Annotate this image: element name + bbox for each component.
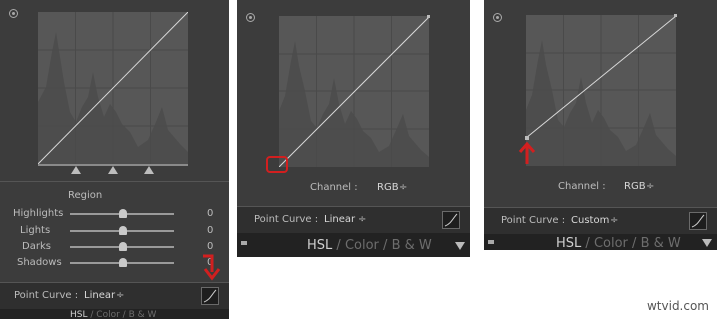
tab-separator: / xyxy=(122,310,126,319)
tab-bw[interactable]: B & W xyxy=(129,310,157,319)
tab-hsl[interactable]: HSL xyxy=(556,236,581,250)
split-handle-3[interactable] xyxy=(144,166,154,174)
panel-collapse-icon[interactable] xyxy=(455,242,465,250)
tab-color[interactable]: Color xyxy=(594,236,628,250)
tab-separator: / xyxy=(632,236,637,250)
curve-endpoint[interactable] xyxy=(674,14,677,17)
tab-color[interactable]: Color xyxy=(345,238,379,253)
curve-endpoint[interactable] xyxy=(427,15,430,18)
channel-label: Channel : xyxy=(310,182,358,193)
slider-value-highlights[interactable]: 0 xyxy=(207,208,213,219)
edit-point-curve-icon[interactable] xyxy=(201,287,219,305)
slider-value-darks[interactable]: 0 xyxy=(207,241,213,252)
tabs: HSL / Color / B & W xyxy=(70,310,156,319)
channel-label: Channel : xyxy=(558,181,606,192)
slider-knob-highlights[interactable] xyxy=(119,209,127,218)
curve-svg xyxy=(38,12,188,164)
point-curve-label: Point Curve : xyxy=(14,290,79,301)
panel-1: Region Highlights 0 Lights 0 Darks 0 Sha… xyxy=(0,0,229,319)
tab-bar: HSL / Color / B & W xyxy=(484,234,717,250)
tone-curve-graph[interactable] xyxy=(38,12,188,164)
split-handle-1[interactable] xyxy=(71,166,81,174)
slider-label-shadows: Shadows xyxy=(17,257,62,268)
point-curve-arrows[interactable]: ÷ xyxy=(116,290,124,301)
annotation-arrow-up-icon xyxy=(518,142,536,164)
point-curve-arrows[interactable]: ÷ xyxy=(610,215,618,226)
edit-point-curve-icon[interactable] xyxy=(442,211,460,229)
curve-point-black[interactable] xyxy=(525,136,529,140)
point-curve-select[interactable]: Linear xyxy=(324,214,355,225)
tab-bw[interactable]: B & W xyxy=(641,236,681,250)
point-curve-label: Point Curve : xyxy=(254,214,319,225)
slider-knob-shadows[interactable] xyxy=(119,258,127,267)
point-curve-select[interactable]: Custom xyxy=(571,215,609,226)
tab-hsl[interactable]: HSL xyxy=(307,238,332,253)
curve-svg xyxy=(526,15,676,166)
point-curve-bar: Point Curve : Custom ÷ xyxy=(484,207,717,234)
watermark: wtvid.com xyxy=(646,299,709,313)
tabs: HSL / Color / B & W xyxy=(307,238,432,253)
panel-2: Channel : RGB ÷ Point Curve : Linear ÷ H… xyxy=(237,0,470,257)
channel-select[interactable]: RGB xyxy=(624,181,646,192)
point-curve-label: Point Curve : xyxy=(501,215,566,226)
target-adjustment-icon[interactable] xyxy=(9,9,18,18)
edit-point-curve-icon[interactable] xyxy=(689,212,707,230)
tab-separator: / xyxy=(383,238,388,253)
highlight-box xyxy=(266,156,288,173)
tab-color[interactable]: Color xyxy=(96,310,120,319)
panel-handle-icon[interactable] xyxy=(488,240,494,244)
split-handle-2[interactable] xyxy=(108,166,118,174)
point-curve-bar: Point Curve : Linear ÷ xyxy=(0,282,229,309)
tab-separator: / xyxy=(90,310,94,319)
slider-label-darks: Darks xyxy=(22,241,51,252)
channel-arrows[interactable]: ÷ xyxy=(399,182,407,193)
channel-select[interactable]: RGB xyxy=(377,182,399,193)
panel-3: Channel : RGB ÷ Point Curve : Custom ÷ H… xyxy=(484,0,717,250)
point-curve-arrows[interactable]: ÷ xyxy=(358,214,366,225)
divider xyxy=(0,181,229,182)
tab-bw[interactable]: B & W xyxy=(392,238,432,253)
tab-bar: HSL / Color / B & W xyxy=(237,233,470,257)
panel-collapse-icon[interactable] xyxy=(702,239,712,247)
target-adjustment-icon[interactable] xyxy=(246,13,255,22)
curve-svg xyxy=(279,16,429,167)
channel-arrows[interactable]: ÷ xyxy=(646,181,654,192)
slider-knob-lights[interactable] xyxy=(119,226,127,235)
point-curve-select[interactable]: Linear xyxy=(84,290,115,301)
tone-curve-graph[interactable] xyxy=(279,16,429,167)
annotation-arrow-down-icon xyxy=(203,254,221,281)
target-adjustment-icon[interactable] xyxy=(493,13,502,22)
slider-label-lights: Lights xyxy=(20,225,51,236)
tab-bar: HSL / Color / B & W xyxy=(0,309,229,319)
tabs: HSL / Color / B & W xyxy=(556,236,681,250)
tab-separator: / xyxy=(585,236,590,250)
panel-handle-icon[interactable] xyxy=(241,241,247,245)
tab-separator: / xyxy=(336,238,341,253)
slider-label-highlights: Highlights xyxy=(13,208,64,219)
region-title: Region xyxy=(68,190,103,201)
tone-curve-graph[interactable] xyxy=(526,15,676,166)
tab-hsl[interactable]: HSL xyxy=(70,310,88,319)
slider-value-lights[interactable]: 0 xyxy=(207,225,213,236)
slider-knob-darks[interactable] xyxy=(119,242,127,251)
point-curve-bar: Point Curve : Linear ÷ xyxy=(237,206,470,233)
